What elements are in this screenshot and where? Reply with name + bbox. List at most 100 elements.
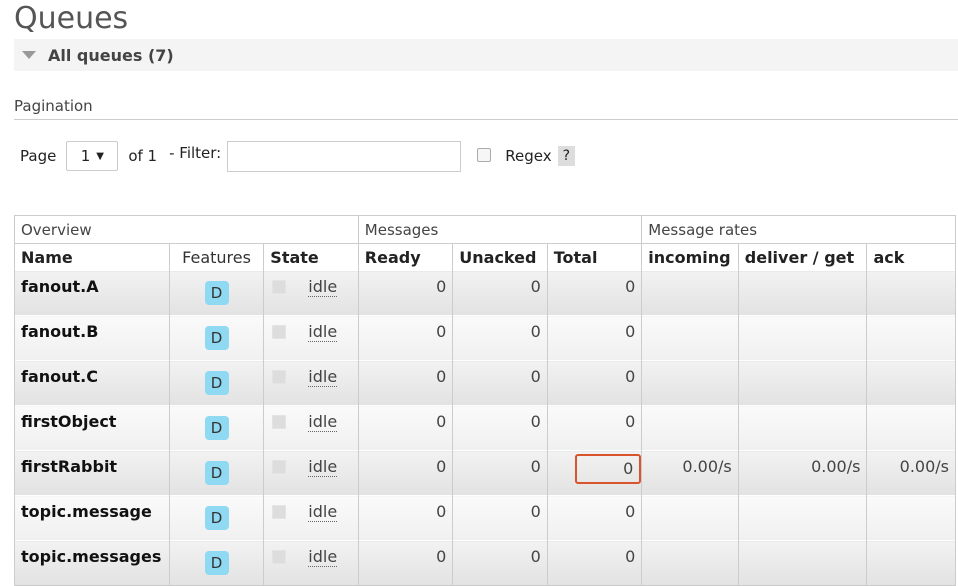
incoming-rate	[641, 315, 739, 361]
all-queues-toggle[interactable]: All queues (7)	[14, 39, 958, 71]
queue-name-link[interactable]: topic.messages	[14, 540, 170, 586]
state-label: idle	[308, 457, 338, 477]
regex-checkbox[interactable]	[477, 148, 492, 162]
unacked-count: 0	[452, 360, 548, 406]
table-row: firstObject D idle 0 0 0	[14, 405, 956, 451]
queue-name-link[interactable]: firstRabbit	[14, 450, 170, 496]
page-select[interactable]: 1 ▼	[66, 141, 119, 171]
ack-rate	[866, 540, 956, 586]
state-indicator	[272, 505, 287, 519]
state-indicator	[272, 550, 287, 564]
total-count: 0	[546, 315, 643, 361]
page-select-value: 1	[80, 147, 91, 165]
deliver-get-rate	[737, 270, 868, 316]
column-header-unacked[interactable]: Unacked	[452, 243, 548, 271]
ack-rate	[866, 495, 956, 541]
dropdown-arrow-icon: ▼	[96, 150, 104, 162]
pagination-controls: Page 1 ▼ of 1 - Filter: Regex ?	[20, 140, 576, 172]
group-header-message-rates: Message rates	[641, 215, 956, 244]
column-header-total[interactable]: Total	[546, 243, 643, 271]
total-count: 0	[546, 360, 643, 406]
deliver-get-rate	[737, 540, 868, 586]
durable-badge: D	[204, 416, 229, 440]
regex-label: Regex	[505, 147, 552, 165]
ack-rate	[866, 360, 956, 406]
total-count: 0	[546, 495, 643, 541]
total-count: 0	[546, 270, 643, 316]
group-header-overview: Overview	[14, 215, 359, 244]
queue-name-link[interactable]: topic.message	[14, 495, 170, 541]
ack-rate	[866, 315, 956, 361]
regex-help-button[interactable]: ?	[557, 146, 576, 166]
incoming-rate	[641, 540, 739, 586]
durable-badge: D	[204, 326, 229, 350]
incoming-rate	[641, 405, 739, 451]
durable-badge: D	[204, 371, 229, 395]
column-header-features: Features	[168, 243, 265, 271]
state-label: idle	[308, 547, 338, 567]
filter-input[interactable]	[227, 140, 462, 172]
state-indicator	[272, 370, 287, 384]
queues-table: Overview Messages Message rates Name Fea…	[14, 215, 956, 586]
incoming-rate	[641, 360, 739, 406]
table-row: topic.message D idle 0 0 0	[14, 495, 956, 541]
state-label: idle	[308, 502, 338, 522]
ready-count: 0	[357, 495, 454, 541]
page-count-label: of 1	[128, 147, 158, 165]
total-count: 0	[546, 540, 643, 586]
column-header-state[interactable]: State	[263, 243, 359, 271]
collapse-triangle-icon	[22, 51, 36, 59]
column-header-incoming[interactable]: incoming	[641, 243, 739, 271]
pagination-heading: Pagination	[14, 97, 93, 115]
state-indicator	[272, 325, 287, 339]
queue-name-link[interactable]: firstObject	[14, 405, 170, 451]
column-header-name[interactable]: Name	[14, 243, 170, 271]
queue-name-link[interactable]: fanout.B	[14, 315, 170, 361]
table-row: fanout.A D idle 0 0 0	[14, 270, 956, 316]
deliver-get-rate	[737, 405, 868, 451]
total-count-highlighted: 0	[575, 454, 642, 484]
column-header-ack[interactable]: ack	[866, 243, 956, 271]
incoming-rate: 0.00/s	[641, 450, 739, 496]
state-indicator	[272, 280, 287, 294]
ack-rate: 0.00/s	[866, 450, 956, 496]
total-count: 0	[546, 405, 643, 451]
state-label: idle	[308, 367, 338, 387]
column-header-ready[interactable]: Ready	[357, 243, 454, 271]
ready-count: 0	[357, 540, 454, 586]
queue-name-link[interactable]: fanout.A	[14, 270, 170, 316]
ready-count: 0	[357, 270, 454, 316]
table-row: topic.messages D idle 0 0 0	[14, 540, 956, 586]
group-header-messages: Messages	[357, 215, 643, 244]
durable-badge: D	[204, 551, 229, 575]
unacked-count: 0	[452, 405, 548, 451]
state-label: idle	[308, 412, 338, 432]
deliver-get-rate: 0.00/s	[737, 450, 868, 496]
state-label: idle	[308, 322, 338, 342]
unacked-count: 0	[452, 540, 548, 586]
durable-badge: D	[204, 281, 229, 305]
table-row: firstRabbit D idle 0 0 0 0.00/s 0.00/s 0…	[14, 450, 956, 496]
deliver-get-rate	[737, 315, 868, 361]
ack-rate	[866, 270, 956, 316]
page-title: Queues	[14, 1, 129, 36]
ready-count: 0	[357, 315, 454, 361]
ack-rate	[866, 405, 956, 451]
incoming-rate	[641, 270, 739, 316]
queue-name-link[interactable]: fanout.C	[14, 360, 170, 406]
unacked-count: 0	[452, 270, 548, 316]
pagination-divider	[14, 119, 958, 120]
state-indicator	[272, 460, 287, 474]
unacked-count: 0	[452, 450, 548, 496]
all-queues-label: All queues (7)	[48, 45, 174, 65]
filter-label: - Filter:	[169, 144, 222, 162]
ready-count: 0	[357, 405, 454, 451]
durable-badge: D	[204, 506, 229, 530]
state-indicator	[272, 415, 287, 429]
incoming-rate	[641, 495, 739, 541]
unacked-count: 0	[452, 315, 548, 361]
ready-count: 0	[357, 450, 454, 496]
table-row: fanout.C D idle 0 0 0	[14, 360, 956, 406]
durable-badge: D	[204, 461, 229, 485]
column-header-deliver-get[interactable]: deliver / get	[737, 243, 868, 271]
